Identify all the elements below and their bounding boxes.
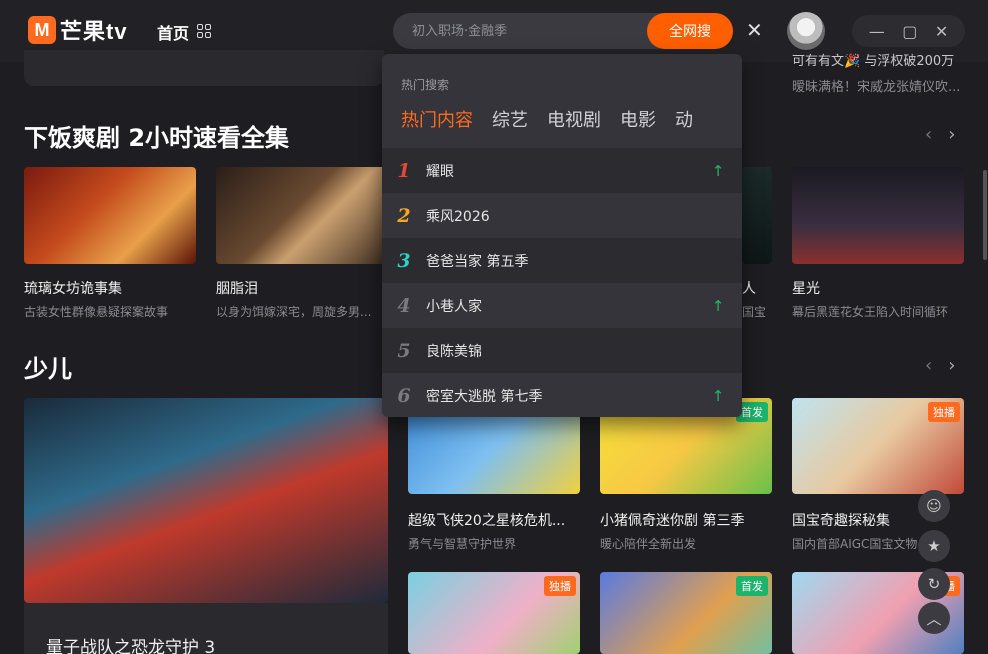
hot-search-item[interactable]: 1 耀眼 ↑	[382, 148, 742, 193]
hot-search-dropdown: 热门搜索 热门内容 综艺 电视剧 电影 动 1 耀眼 ↑ 2 乘风2026 3 爸爸当家 第…	[382, 54, 742, 417]
robot-icon[interactable]: ☺	[918, 490, 950, 522]
card-title[interactable]: 超级飞侠20之星核危机...	[408, 510, 580, 530]
rank-number: 6	[397, 384, 411, 407]
search-button[interactable]: 全网搜	[647, 13, 733, 49]
thumbnail-image[interactable]	[792, 167, 964, 264]
thumbnail-image[interactable]	[742, 167, 772, 264]
scrollbar[interactable]	[983, 170, 987, 260]
hot-search-title: 良陈美锦	[426, 343, 482, 360]
trend-up-icon: ↑	[711, 161, 725, 180]
card-subtitle: 以身为饵嫁深宅，周旋多男...	[216, 305, 372, 319]
logo-mark: M	[28, 16, 56, 44]
card-subtitle: 勇气与智慧守护世界	[408, 537, 517, 551]
thumbnail-image[interactable]: 首发	[600, 572, 772, 654]
hot-search-heading: 热门搜索	[401, 78, 450, 92]
card-title[interactable]: 胭脂泪	[216, 278, 388, 298]
rank-number: 5	[397, 339, 411, 362]
logo-text: 芒果tv	[60, 19, 128, 44]
refresh-icon[interactable]: ↻	[918, 568, 950, 600]
card-title[interactable]: 小猪佩奇迷你剧 第三季	[600, 510, 772, 530]
minimize-icon[interactable]: —	[869, 22, 885, 41]
hot-search-title: 耀眼	[426, 163, 454, 180]
badge-first-release: 首发	[736, 576, 768, 596]
category-grid-icon[interactable]	[197, 24, 211, 38]
mango-logo[interactable]: M 芒果tv	[28, 14, 128, 46]
thumbnail-image[interactable]: 独播	[792, 398, 964, 494]
tab-variety[interactable]: 综艺	[492, 106, 528, 132]
hot-search-title: 乘风2026	[426, 208, 490, 225]
avatar[interactable]	[787, 12, 825, 50]
prev-row-card[interactable]	[24, 50, 384, 86]
badge-exclusive: 独播	[928, 402, 960, 422]
tab-hot-content[interactable]: 热门内容	[401, 106, 473, 132]
maximize-icon[interactable]: ▢	[902, 22, 917, 41]
card-subtitle: 古装女性群像悬疑探案故事	[24, 305, 169, 319]
thumbnail-image[interactable]: 独播	[408, 572, 580, 654]
window-close-icon[interactable]: ✕	[935, 22, 948, 41]
hot-search-tabs: 热门内容 综艺 电视剧 电影 动	[401, 106, 693, 132]
search-box: 全网搜	[393, 13, 733, 49]
up-icon[interactable]: ︿	[918, 602, 950, 634]
next-arrow-icon[interactable]: ›	[948, 355, 955, 376]
hot-search-item[interactable]: 3 爸爸当家 第五季	[382, 238, 742, 283]
rank-number: 4	[397, 294, 411, 317]
trend-up-icon: ↑	[711, 386, 725, 405]
badge-exclusive: 独播	[544, 576, 576, 596]
tab-anime[interactable]: 动	[675, 106, 693, 132]
window-controls: — ▢ ✕	[852, 15, 965, 47]
prev-row-title[interactable]: 可有有文🎉 与浮权破200万	[792, 50, 962, 69]
prev-arrow-icon[interactable]: ‹	[925, 124, 932, 145]
card-subtitle: 暖心陪伴全新出发	[600, 537, 697, 551]
section-title-kids[interactable]: 少儿	[24, 349, 72, 384]
hot-search-item[interactable]: 2 乘风2026	[382, 193, 742, 238]
close-icon[interactable]: ✕	[746, 18, 763, 42]
rank-number: 3	[397, 249, 411, 272]
card-title[interactable]: 星光	[792, 278, 964, 298]
prev-row-sub: 暧昧满格！宋威龙张婧仪吹...	[792, 80, 961, 95]
card-title[interactable]: 琉璃女坊诡事集	[24, 278, 196, 298]
hot-search-title: 密室大逃脱 第七季	[426, 388, 543, 405]
hot-search-item[interactable]: 4 小巷人家 ↑	[382, 283, 742, 328]
hot-search-item[interactable]: 6 密室大逃脱 第七季 ↑	[382, 373, 742, 418]
trend-up-icon: ↑	[711, 296, 725, 315]
next-arrow-icon[interactable]: ›	[948, 124, 955, 145]
hot-search-title: 小巷人家	[426, 298, 482, 315]
tab-tv[interactable]: 电视剧	[547, 106, 601, 132]
tab-movie[interactable]: 电影	[620, 106, 656, 132]
card-subtitle: 幕后黑莲花女王陷入时间循环	[792, 305, 949, 319]
section1-arrows: ‹ ›	[925, 124, 955, 145]
feature-thumbnail-image[interactable]	[24, 398, 388, 603]
feature-title[interactable]: 量子战队之恐龙守护 3	[46, 633, 376, 654]
prev-arrow-icon[interactable]: ‹	[925, 355, 932, 376]
star-icon[interactable]: ★	[918, 530, 950, 562]
card-title[interactable]: 人	[742, 278, 772, 298]
rank-number: 1	[397, 159, 411, 182]
section2-arrows: ‹ ›	[925, 355, 955, 376]
section-title-quick-drama[interactable]: 下饭爽剧 2小时速看全集	[24, 118, 289, 153]
search-input[interactable]	[393, 13, 643, 49]
rank-number: 2	[397, 204, 411, 227]
thumbnail-image[interactable]	[24, 167, 196, 264]
hot-search-title: 爸爸当家 第五季	[426, 253, 529, 270]
hot-search-item[interactable]: 5 良陈美锦	[382, 328, 742, 373]
thumbnail-image[interactable]	[216, 167, 388, 264]
card-subtitle: 国宝	[742, 305, 767, 319]
nav-home[interactable]: 首页	[157, 20, 189, 44]
